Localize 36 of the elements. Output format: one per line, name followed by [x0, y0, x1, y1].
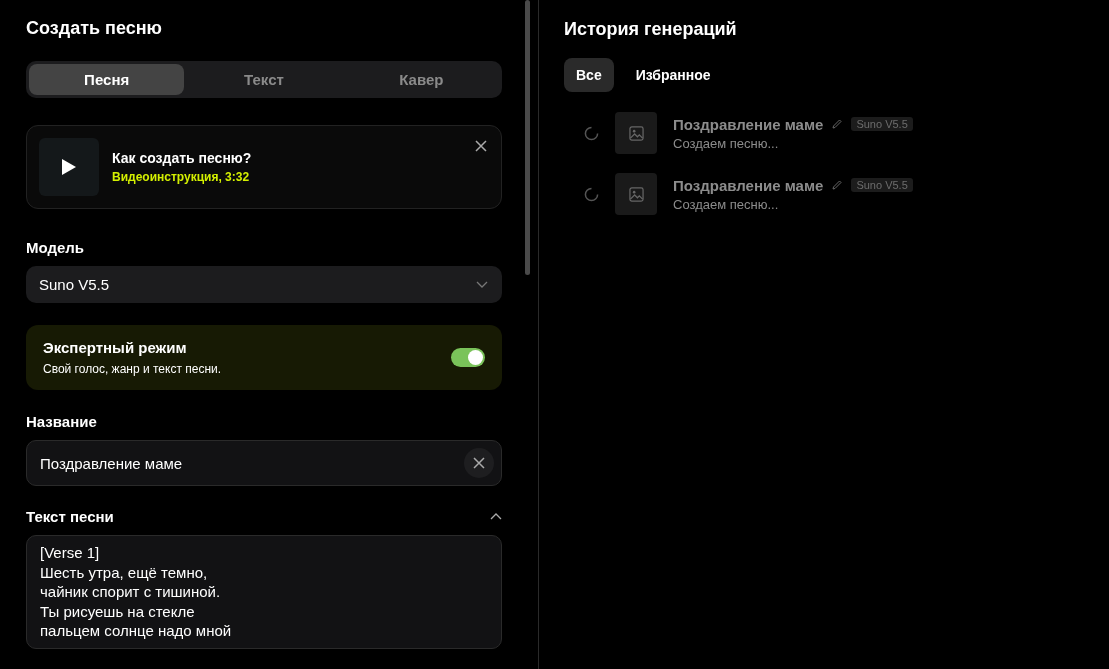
expert-title: Экспертный режим	[43, 339, 188, 356]
mode-tab[interactable]: Кавер	[343, 64, 499, 95]
image-icon	[628, 186, 644, 202]
image-icon	[628, 125, 644, 141]
filter-tab[interactable]: Все	[564, 58, 614, 92]
lyrics-label: Текст песни	[26, 508, 114, 525]
close-icon	[473, 457, 485, 469]
chevron-up-icon[interactable]	[490, 513, 502, 520]
model-tag: Suno V5.5	[851, 117, 913, 131]
name-field[interactable]: Поздравление маме	[26, 440, 502, 486]
panel-title: Создать песню	[26, 17, 163, 40]
name-label: Название	[26, 413, 97, 430]
song-status: Создаем песню...	[673, 135, 780, 151]
video-thumbnail[interactable]	[39, 138, 99, 196]
history-title: История генераций	[564, 18, 738, 41]
play-icon	[61, 158, 77, 176]
mode-tab[interactable]: Песня	[29, 64, 185, 95]
expert-description: Свой голос, жанр и текст песни.	[43, 362, 222, 376]
clear-button[interactable]	[464, 448, 494, 478]
model-label: Модель	[26, 239, 85, 256]
video-title: Как создать песню?	[112, 150, 252, 166]
close-icon[interactable]	[475, 140, 487, 152]
mode-tab[interactable]: Текст	[186, 64, 342, 95]
expert-toggle[interactable]	[451, 348, 485, 367]
spinner-icon	[584, 125, 599, 141]
lyrics-field[interactable]: [Verse 1] Шесть утра, ещё темно, чайник спорит с тишиной. Ты рисуешь на стекле пальцем солнце надо мной	[26, 535, 502, 649]
spinner-icon	[584, 186, 599, 202]
song-title: Поздравление маме	[673, 176, 824, 194]
model-tag: Suno V5.5	[851, 178, 913, 192]
song-title: Поздравление маме	[673, 115, 824, 133]
video-subtitle: Видеоинструкция, 3:32	[112, 170, 251, 184]
model-select[interactable]: Suno V5.5	[26, 266, 502, 303]
chevron-down-icon	[476, 281, 488, 288]
scrollbar-thumb[interactable]	[525, 0, 530, 275]
song-status: Создаем песню...	[673, 196, 780, 212]
filter-tab[interactable]: Избранное	[623, 58, 723, 92]
